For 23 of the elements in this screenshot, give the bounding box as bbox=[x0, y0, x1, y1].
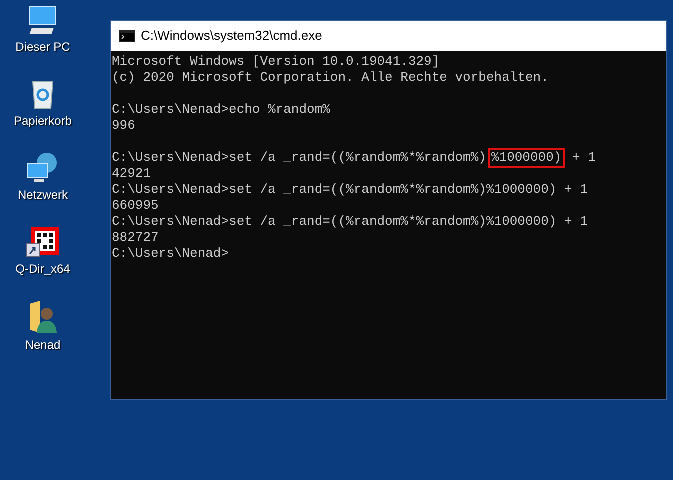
console-line: C:\Users\Nenad>echo %random% bbox=[112, 102, 330, 118]
highlighted-console-text: %1000000) bbox=[488, 148, 565, 168]
desktop-icon-label[interactable]: Nenad bbox=[25, 338, 61, 352]
desktop-icon-label[interactable]: Dieser PC bbox=[16, 40, 70, 54]
console-line: 996 bbox=[112, 118, 136, 134]
console-line: Microsoft Windows [Version 10.0.19041.329] bbox=[112, 54, 440, 70]
desktop-icon-label[interactable]: Q-Dir_x64 bbox=[16, 262, 70, 276]
desktop-icon-label[interactable]: Papierkorb bbox=[14, 114, 72, 128]
console-line: 42921 bbox=[112, 166, 152, 182]
grid-app-icon bbox=[26, 226, 60, 258]
console-line: C:\Users\Nenad>set /a _rand=((%random%*%random%)%1000000) + 1 bbox=[112, 182, 588, 198]
console-line: 660995 bbox=[112, 198, 159, 214]
network-icon bbox=[26, 152, 60, 184]
console-line: C:\Users\Nenad>set /a _rand=((%random%*%random%) bbox=[112, 150, 486, 166]
console-line: (c) 2020 Microsoft Corporation. Alle Rechte vorbehalten. bbox=[112, 70, 549, 86]
desktop-icon-label[interactable]: Netzwerk bbox=[18, 188, 68, 202]
console-line: C:\Users\Nenad>set /a _rand=((%random%*%random%)%1000000) + 1 bbox=[112, 214, 588, 230]
console-line: 882727 bbox=[112, 230, 159, 246]
console-line: C:\Users\Nenad> bbox=[112, 246, 230, 262]
console-line: + 1 bbox=[571, 150, 596, 166]
console-icon bbox=[119, 30, 135, 42]
user-folder-icon bbox=[28, 300, 58, 334]
window-title: C:\Windows\system32\cmd.exe bbox=[141, 27, 322, 46]
